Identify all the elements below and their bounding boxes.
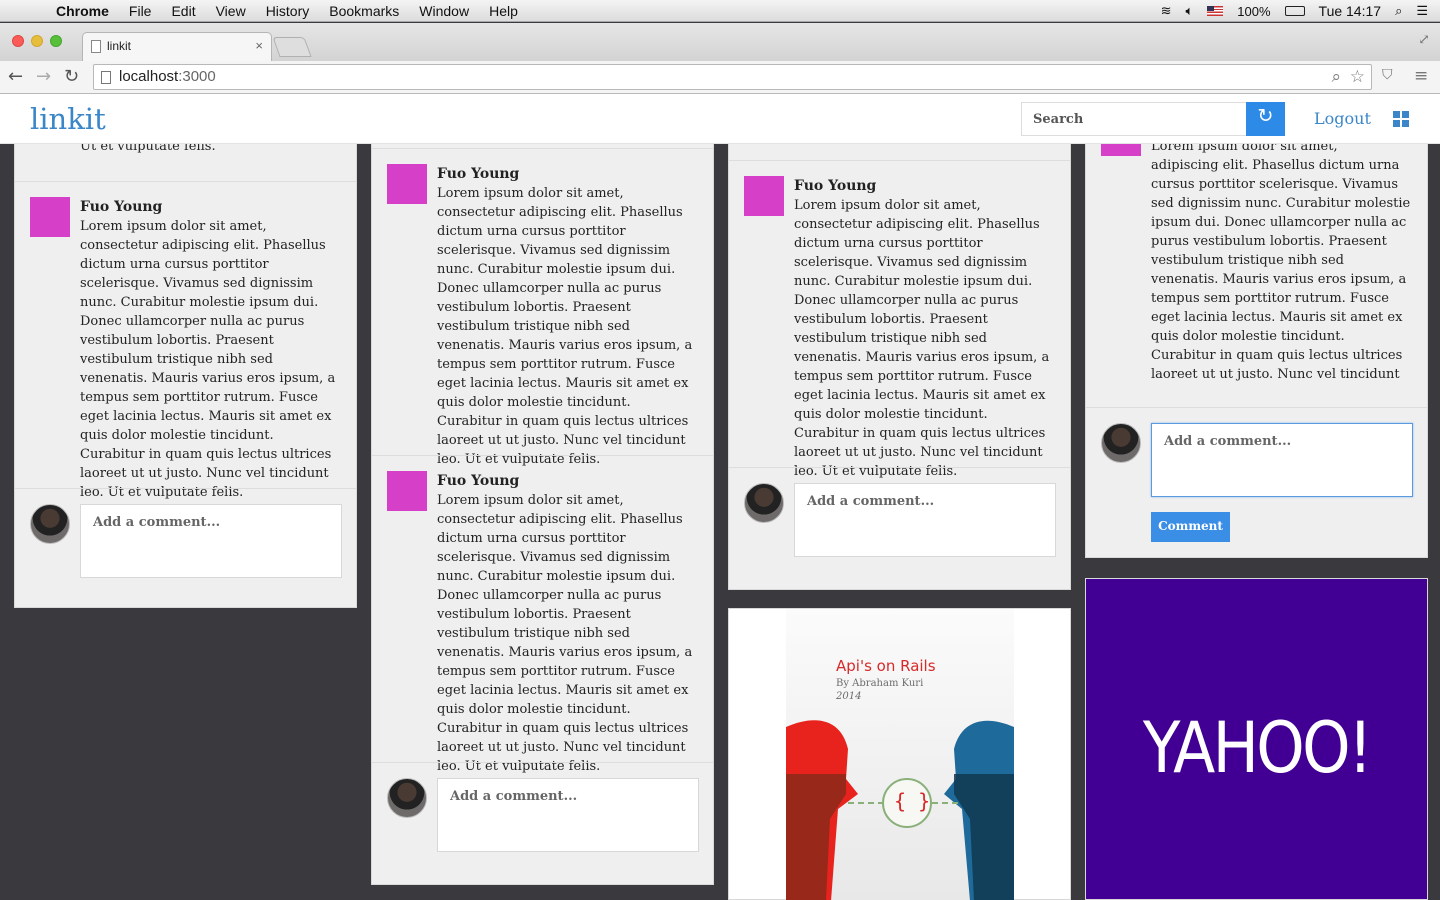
menu-bookmarks[interactable]: Bookmarks	[329, 3, 399, 19]
menu-view[interactable]: View	[216, 3, 246, 19]
comment-input[interactable]	[438, 779, 698, 851]
post-body: Lorem ipsum dolor sit amet, consectetur …	[437, 493, 693, 774]
fullscreen-icon[interactable]: ⤢	[1418, 32, 1430, 48]
menu-file[interactable]: File	[129, 3, 152, 19]
feed-column-3: Fuo Young Lorem ipsum dolor sit amet, co…	[728, 144, 1071, 590]
url-port: :3000	[178, 68, 216, 85]
url-host: localhost	[119, 68, 179, 85]
new-tab-button[interactable]	[272, 37, 312, 57]
menu-history[interactable]: History	[266, 3, 310, 19]
logout-link[interactable]: Logout	[1314, 109, 1371, 128]
user-avatar-square[interactable]	[744, 176, 784, 216]
comment-box[interactable]	[437, 778, 699, 852]
chrome-menu-icon[interactable]: ≡	[1414, 66, 1428, 86]
comment-box-active[interactable]	[1151, 423, 1413, 497]
post-author[interactable]: Fuo Young	[80, 199, 162, 215]
link-preview-yahoo[interactable]: YAHOO!	[1085, 578, 1428, 900]
grid-view-icon[interactable]	[1393, 111, 1409, 127]
site-logo[interactable]: linkit	[30, 102, 106, 136]
post-body: Lorem ipsum dolor sit amet, consectetur …	[794, 198, 1050, 479]
notification-center-icon[interactable]: ☰	[1416, 3, 1428, 19]
search-input[interactable]	[1022, 103, 1246, 135]
forward-arrow-icon[interactable]: →	[36, 66, 51, 87]
clock[interactable]: Tue 14:17	[1319, 3, 1382, 19]
browser-tabstrip: linkit × ⤢	[0, 23, 1440, 61]
battery-icon[interactable]	[1284, 6, 1305, 16]
avatar	[744, 483, 784, 523]
user-avatar-square[interactable]	[387, 471, 427, 511]
post-author[interactable]: Fuo Young	[794, 178, 876, 194]
feed-column-4: Lorem ipsum dolor sit amet, consectetur …	[1085, 130, 1428, 558]
comment-input[interactable]	[81, 505, 341, 577]
zoom-window-icon[interactable]	[50, 35, 62, 47]
post-body: adipiscing elit. Phasellus dictum urna c…	[1151, 158, 1411, 382]
comment-input[interactable]	[795, 484, 1055, 556]
refresh-button[interactable]: ↻	[1246, 102, 1285, 136]
menu-window[interactable]: Window	[419, 3, 469, 19]
spotlight-icon[interactable]: ⌕	[1395, 3, 1402, 19]
os-menubar: Chrome File Edit View History Bookmarks …	[0, 0, 1440, 22]
yahoo-logo: YAHOO!	[1142, 707, 1373, 789]
search-field[interactable]	[1021, 102, 1247, 136]
divider	[372, 455, 713, 456]
battery-percent[interactable]: 100%	[1237, 4, 1270, 19]
comment-input[interactable]	[1152, 424, 1412, 496]
bookmark-star-icon[interactable]: ☆	[1350, 67, 1365, 87]
post-author[interactable]: Fuo Young	[437, 473, 519, 489]
reload-icon[interactable]: ↻	[64, 66, 79, 87]
menu-help[interactable]: Help	[489, 3, 518, 19]
post-author[interactable]: Fuo Young	[437, 166, 519, 182]
address-bar[interactable]: localhost:3000 ⌕ ☆	[93, 64, 1372, 90]
tab-title: linkit	[107, 39, 132, 53]
volume-icon[interactable]: 🔈︎	[1185, 3, 1193, 19]
comment-box[interactable]	[80, 504, 342, 578]
book-illustration	[786, 720, 1014, 900]
menu-edit[interactable]: Edit	[171, 3, 195, 19]
window-controls	[12, 35, 62, 47]
braces-icon: { }	[894, 789, 931, 813]
browser-toolbar: ← → ↻ localhost:3000 ⌕ ☆ ⛉ ≡	[0, 61, 1440, 94]
divider	[729, 467, 1070, 468]
menu-app-name[interactable]: Chrome	[56, 3, 109, 19]
avatar	[1101, 423, 1141, 463]
post-body: Lorem ipsum dolor sit amet, consectetur …	[80, 219, 336, 500]
flag-icon[interactable]	[1207, 6, 1224, 16]
refresh-icon: ↻	[1257, 105, 1274, 127]
feed-column-1: Ut et vulputate felis. Fuo Young Lorem i…	[14, 100, 357, 608]
divider	[372, 148, 713, 149]
divider	[729, 160, 1070, 161]
divider	[1086, 407, 1427, 408]
back-arrow-icon[interactable]: ←	[8, 66, 23, 87]
close-window-icon[interactable]	[12, 35, 24, 47]
book-cover-image: Api's on Rails By Abraham Kuri 2014 { }	[786, 609, 1014, 900]
site-header: linkit ↻ Logout	[0, 94, 1440, 144]
search-icon[interactable]: ⌕	[1331, 67, 1341, 87]
page-icon	[101, 71, 111, 84]
post-body: Lorem ipsum dolor sit amet, consectetur …	[437, 186, 693, 467]
minimize-window-icon[interactable]	[31, 35, 43, 47]
link-preview-book[interactable]: Api's on Rails By Abraham Kuri 2014 { }	[728, 608, 1071, 900]
wifi-icon[interactable]: ≋	[1161, 3, 1172, 19]
avatar	[30, 504, 70, 544]
comment-submit-button[interactable]: Comment	[1151, 512, 1230, 542]
page-icon	[91, 40, 101, 53]
feed-column-2: Fuo Young Lorem ipsum dolor sit amet, co…	[371, 144, 714, 885]
browser-tab[interactable]: linkit ×	[82, 32, 272, 61]
avatar	[387, 778, 427, 818]
user-avatar-square[interactable]	[30, 197, 70, 237]
pocket-icon[interactable]: ⛉	[1382, 67, 1393, 83]
divider	[15, 488, 356, 489]
tab-close-icon[interactable]: ×	[255, 38, 263, 53]
comment-box[interactable]	[794, 483, 1056, 557]
user-avatar-square[interactable]	[387, 164, 427, 204]
divider	[372, 762, 713, 763]
divider	[15, 181, 356, 182]
